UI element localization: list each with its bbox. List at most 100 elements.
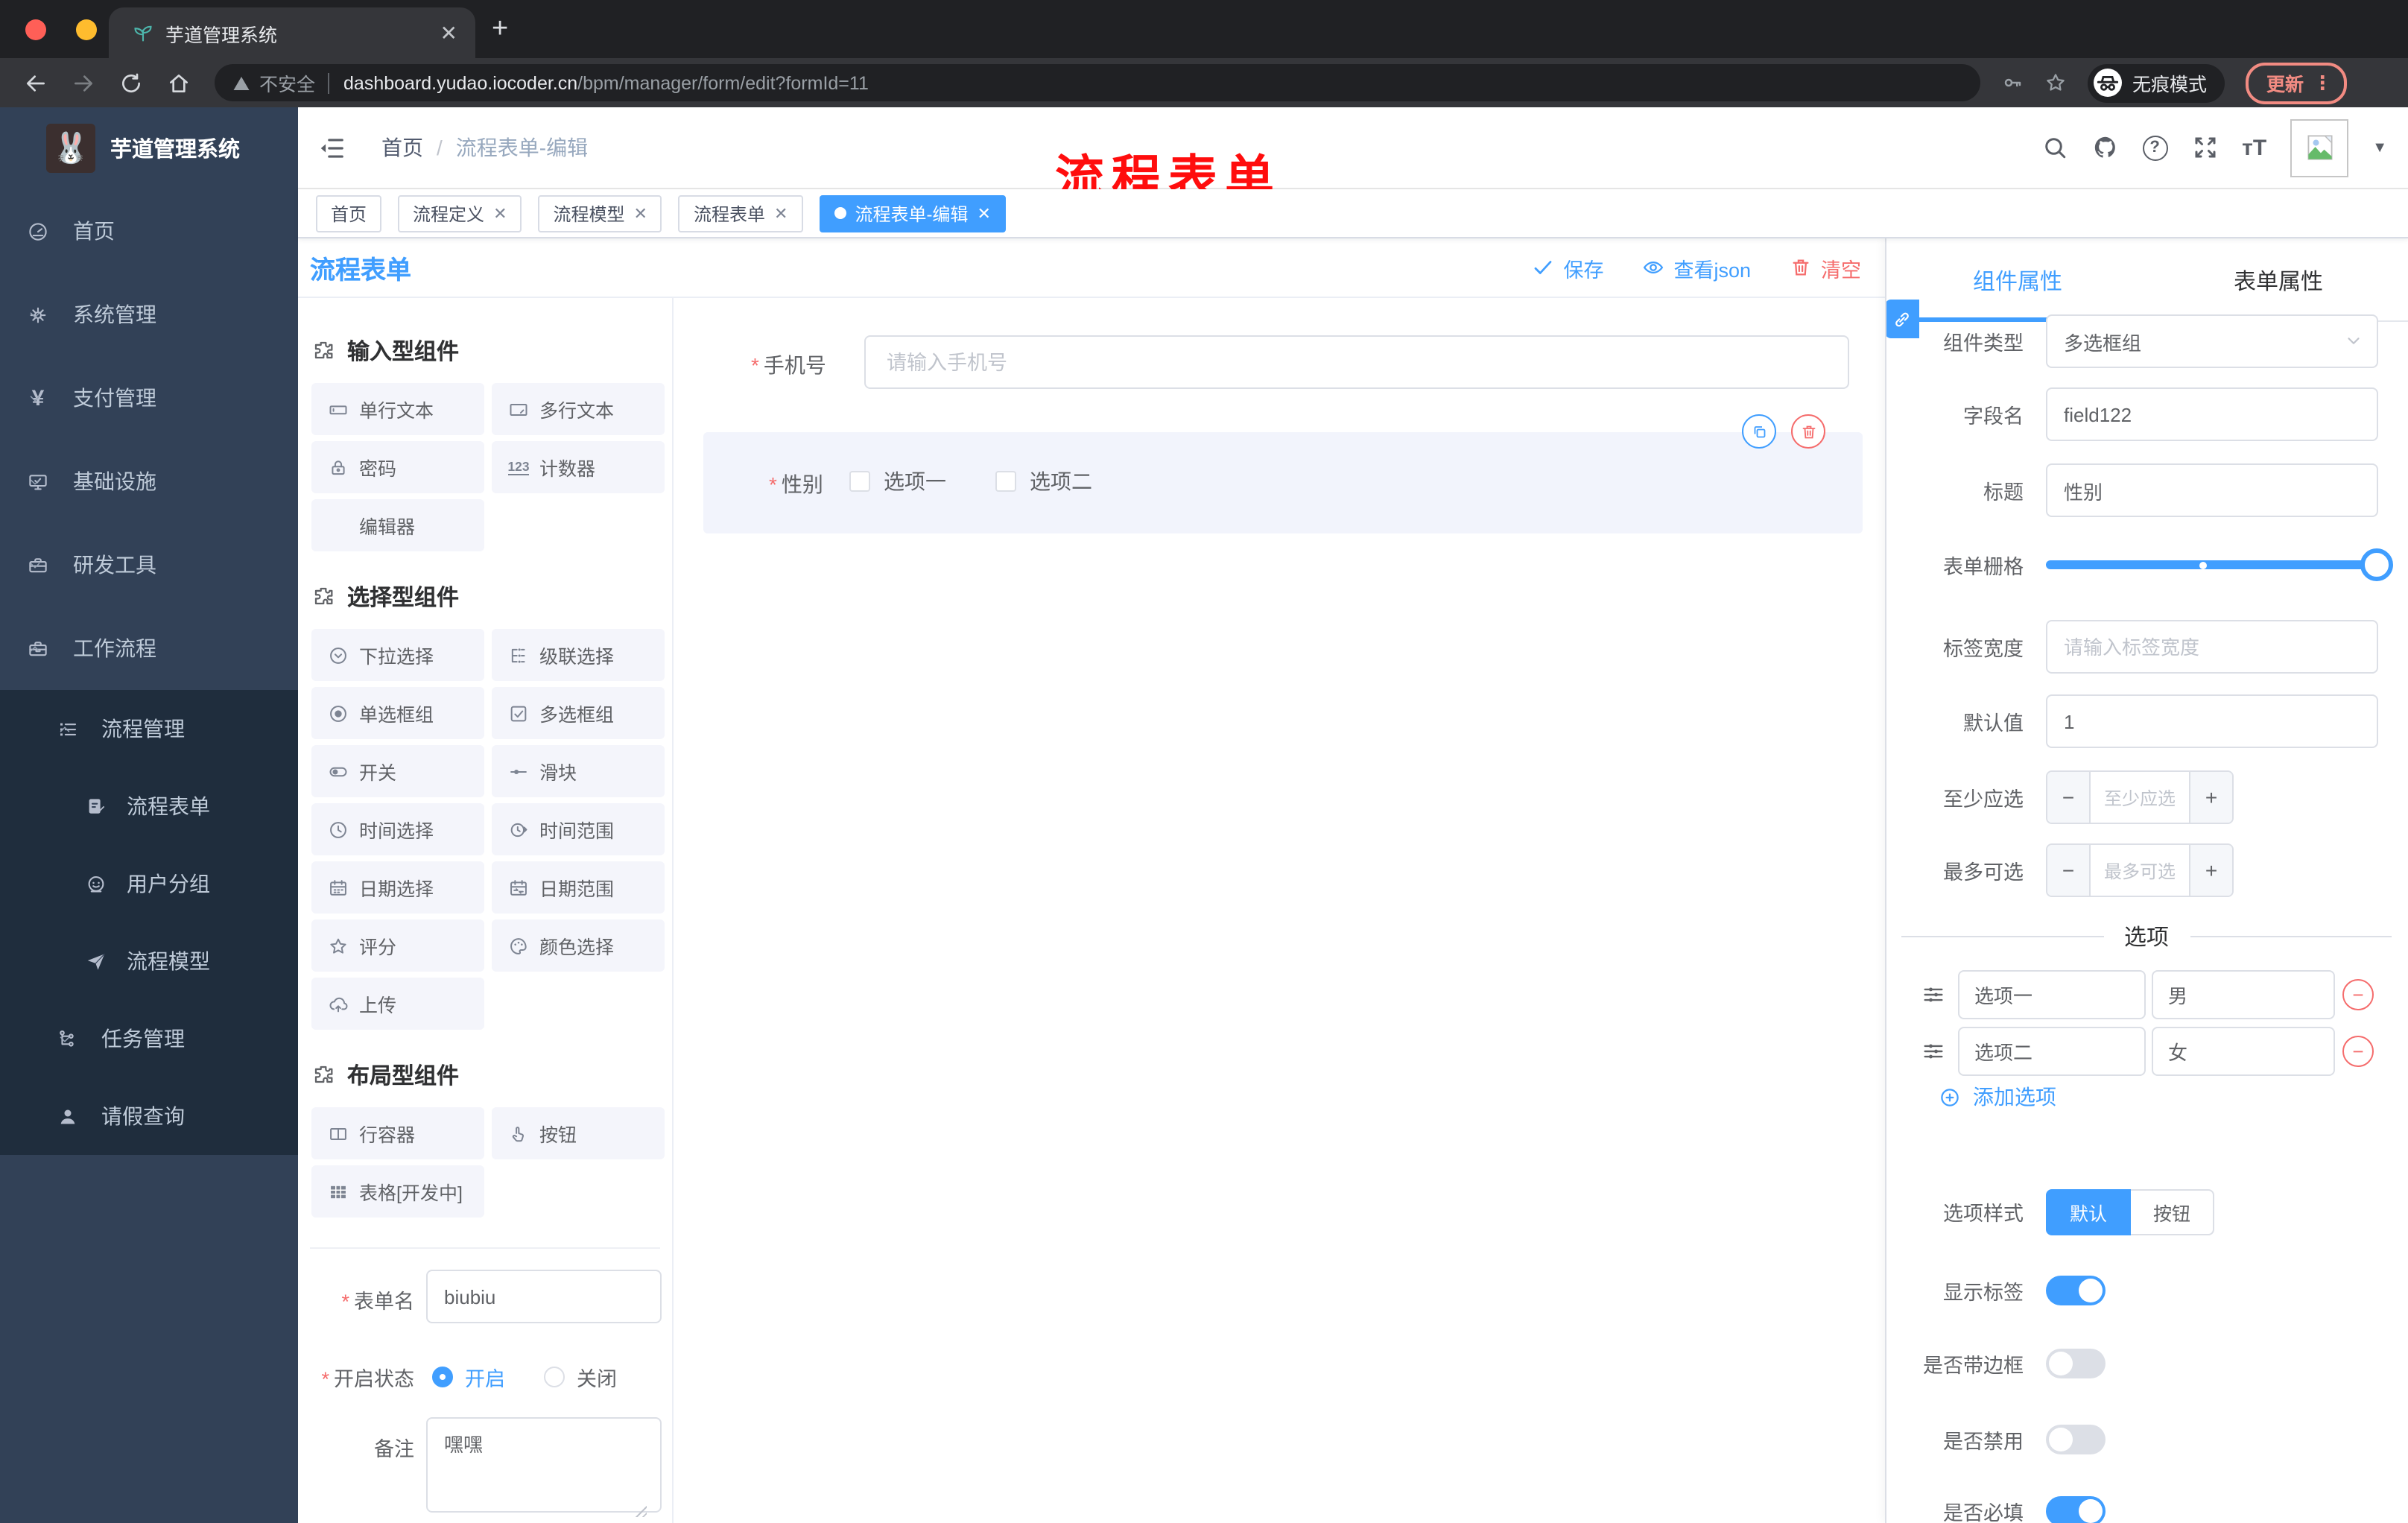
form-canvas[interactable]: *手机号 *性别 选项一 选项二 bbox=[674, 298, 1885, 1523]
increase-button[interactable]: + bbox=[2189, 845, 2232, 896]
component-chip-单选框组[interactable]: 单选框组 bbox=[311, 687, 484, 739]
component-type-select[interactable] bbox=[2046, 314, 2378, 368]
save-button[interactable]: 保存 bbox=[1532, 253, 1603, 282]
component-chip-日期范围[interactable]: 日期范围 bbox=[492, 861, 665, 914]
component-chip-评分[interactable]: 评分 bbox=[311, 919, 484, 972]
option-name-input[interactable] bbox=[1958, 1026, 2146, 1075]
reload-icon[interactable] bbox=[119, 71, 143, 95]
component-chip-滑块[interactable]: 滑块 bbox=[492, 745, 665, 797]
sidebar-item-支付管理[interactable]: ¥ 支付管理 bbox=[0, 356, 298, 440]
browser-tab[interactable]: 芋道管理系统 ✕ bbox=[109, 7, 475, 58]
component-chip-密码[interactable]: 密码 bbox=[311, 441, 484, 493]
sidebar-item-首页[interactable]: 首页 bbox=[0, 189, 298, 273]
avatar[interactable] bbox=[2290, 118, 2349, 177]
gender-option-选项二[interactable]: 选项二 bbox=[995, 466, 1092, 496]
toggle-是否带边框[interactable] bbox=[2046, 1349, 2106, 1378]
tag-close-icon[interactable]: ✕ bbox=[774, 203, 788, 223]
option-value-input[interactable] bbox=[2152, 1026, 2335, 1075]
toggle-显示标签[interactable] bbox=[2046, 1276, 2106, 1305]
decrease-button[interactable]: − bbox=[2047, 772, 2091, 823]
component-chip-按钮[interactable]: 按钮 bbox=[492, 1107, 665, 1159]
add-option-button[interactable]: 添加选项 bbox=[1939, 1082, 2056, 1112]
browser-menu-icon[interactable]: ⋮ bbox=[2313, 71, 2332, 95]
increase-button[interactable]: + bbox=[2189, 772, 2232, 823]
toggle-是否禁用[interactable] bbox=[2046, 1425, 2106, 1454]
tag-close-icon[interactable]: ✕ bbox=[493, 203, 507, 223]
clear-button[interactable]: 清空 bbox=[1790, 253, 1861, 282]
component-chip-多选框组[interactable]: 多选框组 bbox=[492, 687, 665, 739]
view-json-button[interactable]: 查看json bbox=[1642, 253, 1751, 282]
search-icon[interactable] bbox=[2041, 134, 2068, 161]
default-value-input[interactable] bbox=[2046, 694, 2378, 748]
avatar-caret-icon[interactable]: ▼ bbox=[2372, 139, 2387, 156]
component-chip-编辑器[interactable]: 编辑器 bbox=[311, 499, 484, 551]
sidebar-item-流程模型[interactable]: 流程模型 bbox=[0, 922, 298, 1000]
forward-icon[interactable] bbox=[72, 71, 95, 95]
component-type-value[interactable] bbox=[2046, 314, 2378, 368]
component-chip-级联选择[interactable]: 级联选择 bbox=[492, 629, 665, 681]
title-input[interactable] bbox=[2046, 463, 2378, 517]
radio-on[interactable]: 开启 bbox=[432, 1362, 505, 1392]
tag-流程定义[interactable]: 流程定义 ✕ bbox=[398, 194, 522, 232]
delete-field-button[interactable] bbox=[1791, 414, 1825, 449]
sidebar-item-用户分组[interactable]: 用户分组 bbox=[0, 845, 298, 922]
font-size-icon[interactable]: ᴛT bbox=[2242, 135, 2266, 160]
option-name-input[interactable] bbox=[1958, 969, 2146, 1019]
component-chip-多行文本[interactable]: 多行文本 bbox=[492, 383, 665, 435]
sidebar-item-基础设施[interactable]: 基础设施 bbox=[0, 440, 298, 523]
option-style-default[interactable]: 默认 bbox=[2046, 1188, 2132, 1235]
tag-首页[interactable]: 首页 bbox=[316, 194, 382, 232]
slider-handle[interactable] bbox=[2360, 548, 2393, 581]
link-tag[interactable] bbox=[1886, 300, 1919, 338]
component-chip-时间范围[interactable]: 时间范围 bbox=[492, 803, 665, 855]
form-remark-textarea[interactable]: 嘿嘿 bbox=[426, 1417, 662, 1513]
sidebar-fold-icon[interactable] bbox=[317, 133, 346, 162]
component-chip-日期选择[interactable]: 日期选择 bbox=[311, 861, 484, 914]
form-grid-slider[interactable] bbox=[2046, 538, 2393, 592]
github-icon[interactable] bbox=[2091, 134, 2118, 161]
breadcrumb-home[interactable]: 首页 bbox=[381, 133, 423, 162]
tab-form-props[interactable]: 表单属性 bbox=[2234, 265, 2323, 297]
component-chip-上传[interactable]: 上传 bbox=[311, 978, 484, 1030]
selected-gender-field[interactable]: * 性别 选项一 选项二 bbox=[703, 414, 1863, 533]
address-bar[interactable]: 不安全 dashboard.yudao.iocoder.cn/bpm/manag… bbox=[215, 64, 1980, 101]
max-count-placeholder[interactable]: 最多可选 bbox=[2091, 845, 2189, 896]
minimize-window-button[interactable] bbox=[76, 19, 97, 40]
sidebar-item-系统管理[interactable]: 系统管理 bbox=[0, 273, 298, 356]
component-chip-颜色选择[interactable]: 颜色选择 bbox=[492, 919, 665, 972]
tag-流程模型[interactable]: 流程模型 ✕ bbox=[538, 194, 662, 232]
sidebar-item-流程管理[interactable]: 流程管理 bbox=[0, 690, 298, 767]
tag-流程表单-编辑[interactable]: 流程表单-编辑 ✕ bbox=[819, 194, 1006, 232]
option-style-button[interactable]: 按钮 bbox=[2131, 1188, 2215, 1235]
checkbox-icon[interactable] bbox=[849, 471, 870, 492]
new-tab-button[interactable]: + bbox=[492, 15, 508, 43]
min-count-placeholder[interactable]: 至少应选 bbox=[2091, 772, 2189, 823]
drag-handle-icon[interactable] bbox=[1921, 981, 1946, 1007]
remove-option-button[interactable]: − bbox=[2342, 978, 2374, 1010]
close-window-button[interactable] bbox=[25, 19, 46, 40]
component-chip-时间选择[interactable]: 时间选择 bbox=[311, 803, 484, 855]
component-chip-计数器[interactable]: 123 计数器 bbox=[492, 441, 665, 493]
home-icon[interactable] bbox=[167, 71, 191, 95]
back-icon[interactable] bbox=[24, 71, 48, 95]
toggle-是否必填[interactable] bbox=[2046, 1496, 2106, 1523]
fullscreen-icon[interactable] bbox=[2191, 134, 2218, 161]
bookmark-star-icon[interactable] bbox=[2044, 72, 2067, 94]
drag-handle-icon[interactable] bbox=[1921, 1038, 1946, 1063]
sidebar-logo[interactable]: 🐰 芋道管理系统 bbox=[0, 107, 298, 189]
gender-option-选项一[interactable]: 选项一 bbox=[849, 466, 946, 496]
help-icon[interactable]: ? bbox=[2142, 135, 2168, 160]
form-name-input[interactable] bbox=[426, 1270, 662, 1323]
field-name-input[interactable] bbox=[2046, 387, 2378, 441]
resize-grip[interactable] bbox=[633, 1504, 647, 1517]
tag-流程表单[interactable]: 流程表单 ✕ bbox=[678, 194, 803, 232]
copy-field-button[interactable] bbox=[1742, 414, 1776, 449]
sidebar-item-请假查询[interactable]: 请假查询 bbox=[0, 1077, 298, 1155]
sidebar-item-任务管理[interactable]: 任务管理 bbox=[0, 1000, 298, 1077]
tab-close-icon[interactable]: ✕ bbox=[440, 20, 457, 45]
label-width-input[interactable] bbox=[2046, 620, 2378, 674]
sidebar-item-流程表单[interactable]: 流程表单 bbox=[0, 767, 298, 845]
component-chip-单行文本[interactable]: 单行文本 bbox=[311, 383, 484, 435]
remove-option-button[interactable]: − bbox=[2342, 1035, 2374, 1066]
component-chip-下拉选择[interactable]: 下拉选择 bbox=[311, 629, 484, 681]
